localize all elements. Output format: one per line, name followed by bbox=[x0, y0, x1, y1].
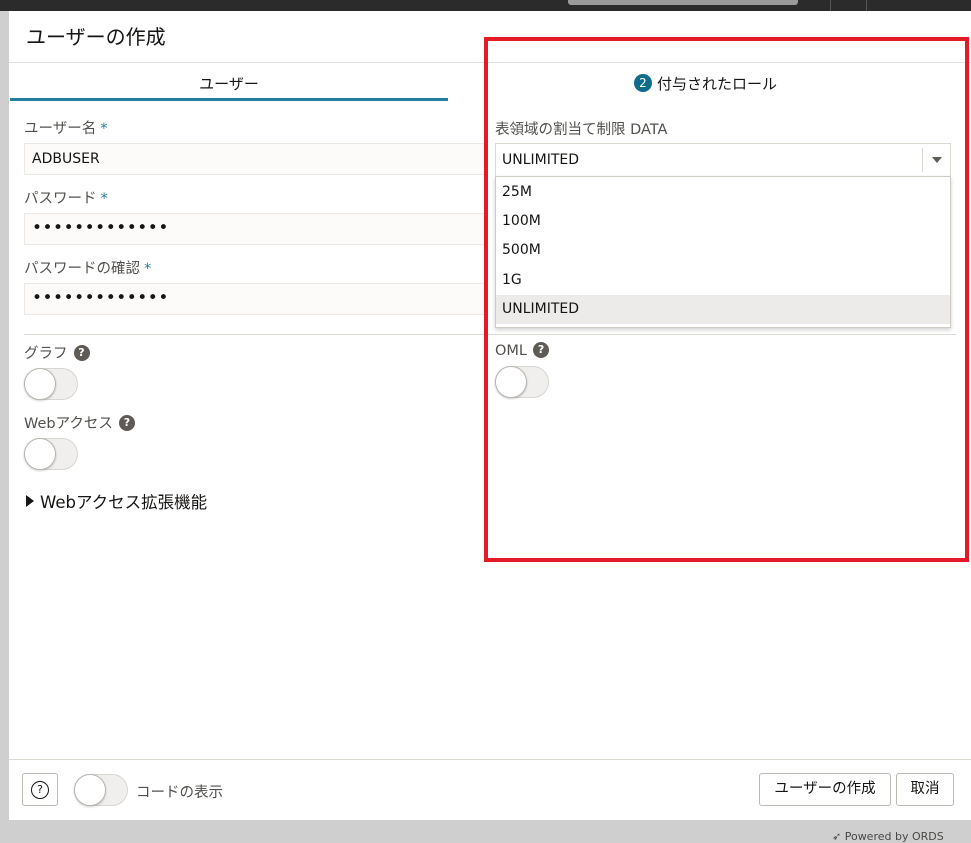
password-label-text: パスワード bbox=[24, 191, 97, 207]
browser-top-bar bbox=[0, 0, 971, 11]
powered-by-text: ➶ Powered by ORDS bbox=[832, 830, 944, 843]
required-asterisk: * bbox=[100, 121, 108, 137]
quota-option-selected[interactable]: UNLIMITED bbox=[496, 295, 950, 324]
toggle-knob bbox=[24, 438, 56, 470]
question-icon: ? bbox=[31, 781, 49, 799]
oml-help-icon[interactable]: ? bbox=[533, 342, 550, 358]
graph-toggle[interactable] bbox=[24, 368, 78, 400]
web-access-toggle[interactable] bbox=[24, 438, 78, 470]
password-value: ••••••••••••• bbox=[32, 218, 169, 238]
password-confirm-label-text: パスワードの確認 bbox=[24, 261, 140, 277]
tablespace-quota-label: 表領域の割当て制限 DATA bbox=[495, 122, 668, 138]
username-label: ユーザー名 * bbox=[24, 117, 107, 138]
required-asterisk: * bbox=[100, 191, 108, 207]
graph-help-icon[interactable]: ? bbox=[73, 345, 90, 361]
quota-dropdown-list: 25M 100M 500M 1G UNLIMITED bbox=[495, 176, 951, 328]
footer-divider bbox=[9, 759, 971, 760]
oml-label: OML? bbox=[495, 342, 550, 359]
password-confirm-input[interactable]: ••••••••••••• bbox=[24, 283, 484, 315]
show-code-toggle[interactable] bbox=[74, 774, 128, 806]
quota-option-label: 100M bbox=[502, 213, 541, 229]
password-confirm-value: ••••••••••••• bbox=[32, 288, 169, 308]
cancel-button[interactable]: 取消 bbox=[896, 773, 954, 806]
quota-option[interactable]: 1G bbox=[496, 266, 950, 295]
required-asterisk: * bbox=[144, 261, 152, 277]
create-user-dialog: ユーザーの作成 ユーザー 2 付与されたロール ユーザー名 * ADBUSER パ… bbox=[9, 11, 971, 820]
toggle-knob bbox=[24, 368, 56, 400]
quota-option-label: 25M bbox=[502, 184, 532, 200]
password-input[interactable]: ••••••••••••• bbox=[24, 213, 484, 245]
tab-user-label: ユーザー bbox=[199, 75, 259, 93]
send-icon: ➶ bbox=[832, 830, 842, 843]
web-access-label: Webアクセス? bbox=[24, 412, 135, 433]
quota-option-label: 500M bbox=[502, 242, 541, 258]
quota-option-label: 1G bbox=[502, 272, 522, 288]
chevron-down-icon[interactable] bbox=[932, 157, 942, 163]
powered-by-label: Powered by ORDS bbox=[844, 830, 944, 843]
tab-active-indicator bbox=[10, 98, 448, 101]
quota-option[interactable]: 25M bbox=[496, 178, 950, 207]
web-access-extension-expander[interactable]: Webアクセス拡張機能 bbox=[26, 489, 207, 513]
password-label: パスワード * bbox=[24, 187, 108, 208]
web-access-help-icon[interactable]: ? bbox=[118, 415, 135, 431]
username-value: ADBUSER bbox=[32, 151, 100, 167]
quota-option[interactable]: 500M bbox=[496, 236, 950, 265]
section-divider bbox=[24, 334, 956, 335]
toggle-knob bbox=[74, 774, 106, 806]
create-user-button[interactable]: ユーザーの作成 bbox=[759, 773, 891, 806]
top-bar-separator bbox=[866, 0, 867, 11]
expand-triangle-icon bbox=[26, 495, 34, 507]
quota-option[interactable]: 100M bbox=[496, 207, 950, 236]
web-access-extension-label: Webアクセス拡張機能 bbox=[40, 493, 208, 512]
roles-count-badge: 2 bbox=[634, 74, 652, 92]
username-input[interactable]: ADBUSER bbox=[24, 143, 484, 175]
graph-label-text: グラフ bbox=[24, 346, 68, 362]
oml-label-text: OML bbox=[495, 343, 528, 359]
toggle-knob bbox=[495, 366, 527, 398]
tab-granted-roles[interactable]: 2 付与されたロール bbox=[634, 71, 777, 95]
web-access-label-text: Webアクセス bbox=[24, 416, 113, 432]
username-label-text: ユーザー名 bbox=[24, 121, 97, 137]
tablespace-quota-select[interactable]: UNLIMITED bbox=[495, 143, 951, 177]
help-button[interactable]: ? bbox=[22, 773, 58, 806]
top-bar-handle bbox=[568, 0, 798, 5]
select-divider bbox=[922, 148, 923, 172]
quota-option-label: UNLIMITED bbox=[502, 301, 580, 317]
quota-selected-value: UNLIMITED bbox=[502, 152, 580, 168]
tab-user[interactable]: ユーザー bbox=[10, 63, 448, 101]
show-code-label: コードの表示 bbox=[136, 785, 223, 801]
oml-toggle[interactable] bbox=[495, 366, 549, 398]
top-bar-separator bbox=[830, 0, 831, 11]
tab-granted-roles-label: 付与されたロール bbox=[657, 74, 778, 93]
dialog-title: ユーザーの作成 bbox=[26, 25, 166, 49]
password-confirm-label: パスワードの確認 * bbox=[24, 257, 151, 278]
graph-label: グラフ? bbox=[24, 342, 90, 363]
